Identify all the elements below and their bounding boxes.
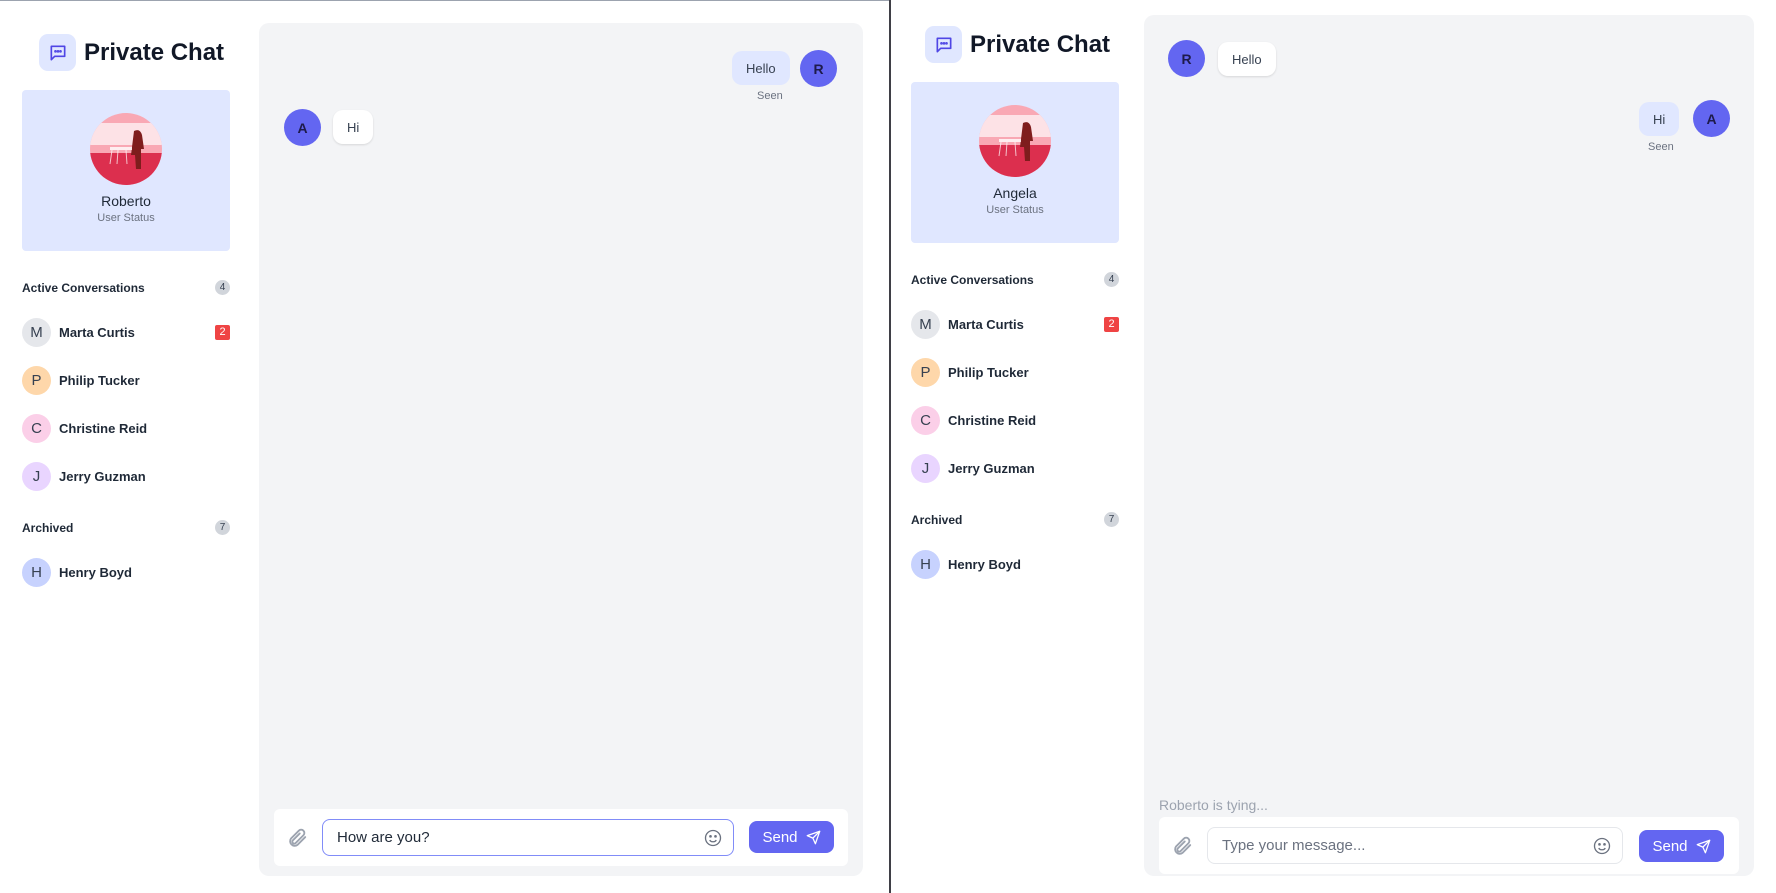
avatar: M — [911, 309, 940, 339]
chat-window-angela: Private Chat Angela User Status Active C… — [891, 0, 1776, 893]
conversation-philip-tucker[interactable]: P Philip Tucker — [911, 357, 1119, 387]
section-title: Active Conversations — [22, 280, 145, 295]
conversation-name: Jerry Guzman — [948, 460, 1035, 476]
count-badge: 4 — [215, 280, 230, 295]
conversation-jerry-guzman[interactable]: J Jerry Guzman — [911, 453, 1119, 483]
profile-status: User Status — [986, 204, 1044, 216]
message-input[interactable] — [1222, 828, 1572, 863]
profile-card: Angela User Status — [911, 82, 1119, 243]
app-title: Private Chat — [970, 30, 1111, 58]
avatar: H — [22, 557, 51, 587]
conversation-philip-tucker[interactable]: P Philip Tucker — [22, 365, 230, 395]
conversation-name: Christine Reid — [948, 412, 1037, 428]
message-input-box — [1207, 827, 1623, 864]
message-composer: Send — [274, 809, 848, 866]
archived-header: Archived 7 — [911, 512, 1119, 527]
profile-status: User Status — [97, 212, 155, 224]
unread-badge: 2 — [215, 324, 230, 340]
chat-window-roberto: Private Chat Roberto User Status Active … — [0, 0, 889, 893]
conversation-name: Philip Tucker — [59, 372, 140, 388]
avatar: C — [22, 413, 51, 443]
count-badge: 7 — [1104, 512, 1119, 527]
conversation-christine-reid[interactable]: C Christine Reid — [22, 413, 230, 443]
conversation-henry-boyd[interactable]: H Henry Boyd — [22, 557, 230, 587]
message-bubble-sent: Hi — [1639, 102, 1680, 136]
message-avatar: A — [284, 109, 321, 146]
send-label: Send — [1652, 837, 1688, 855]
profile-name: Angela — [993, 185, 1037, 201]
paperclip-icon[interactable] — [1171, 835, 1193, 857]
avatar: C — [911, 405, 940, 435]
emoji-icon[interactable] — [1592, 836, 1612, 856]
active-conversations-header: Active Conversations 4 — [911, 272, 1119, 287]
read-receipt: Seen — [757, 90, 783, 102]
sidebar: Private Chat Angela User Status Active C… — [891, 0, 1121, 893]
conversation-name: Henry Boyd — [948, 556, 1021, 572]
message-bubble-sent: Hello — [732, 51, 790, 85]
conversation-jerry-guzman[interactable]: J Jerry Guzman — [22, 461, 230, 491]
chat-panel: R Hello Hi A Seen Roberto is tying... Se… — [1144, 15, 1754, 876]
chat-bubble-icon — [39, 34, 76, 71]
paperclip-icon[interactable] — [286, 827, 308, 849]
message-composer: Send — [1159, 817, 1739, 874]
app-title: Private Chat — [84, 38, 225, 66]
conversation-name: Philip Tucker — [948, 364, 1029, 380]
profile-photo — [90, 113, 162, 185]
message-bubble-received: Hi — [333, 110, 374, 144]
count-badge: 4 — [1104, 272, 1119, 287]
brand: Private Chat — [925, 26, 1110, 63]
message-input[interactable] — [337, 820, 687, 855]
brand: Private Chat — [39, 34, 224, 71]
conversation-marta-curtis[interactable]: M Marta Curtis 2 — [22, 317, 230, 347]
send-icon — [1696, 839, 1710, 853]
conversation-henry-boyd[interactable]: H Henry Boyd — [911, 549, 1119, 579]
conversation-marta-curtis[interactable]: M Marta Curtis 2 — [911, 309, 1119, 339]
section-title: Active Conversations — [911, 272, 1034, 287]
section-title: Archived — [22, 520, 74, 535]
conversation-name: Jerry Guzman — [59, 468, 146, 484]
archived-header: Archived 7 — [22, 520, 230, 535]
message-input-box — [322, 819, 734, 856]
conversation-christine-reid[interactable]: C Christine Reid — [911, 405, 1119, 435]
send-icon — [806, 830, 820, 844]
profile-card: Roberto User Status — [22, 90, 230, 251]
avatar: J — [22, 461, 51, 491]
typing-indicator: Roberto is tying... — [1159, 797, 1268, 813]
unread-badge: 2 — [1104, 316, 1119, 332]
message-avatar: R — [800, 50, 837, 87]
message-avatar: R — [1168, 40, 1205, 77]
conversation-name: Marta Curtis — [948, 316, 1024, 332]
conversation-name: Henry Boyd — [59, 564, 132, 580]
avatar: P — [911, 357, 940, 387]
send-button[interactable]: Send — [749, 821, 834, 853]
avatar: H — [911, 549, 940, 579]
avatar: J — [911, 453, 940, 483]
avatar: P — [22, 365, 51, 395]
profile-name: Roberto — [101, 193, 151, 209]
send-button[interactable]: Send — [1639, 830, 1724, 862]
avatar: M — [22, 317, 51, 347]
section-title: Archived — [911, 512, 963, 527]
profile-photo — [979, 105, 1051, 177]
send-label: Send — [762, 828, 798, 846]
chat-panel: Hello R Seen A Hi Send — [259, 23, 863, 876]
chat-bubble-icon — [925, 26, 962, 63]
emoji-icon[interactable] — [703, 828, 723, 848]
sidebar: Private Chat Roberto User Status Active … — [0, 1, 230, 893]
conversation-name: Christine Reid — [59, 420, 148, 436]
read-receipt: Seen — [1648, 141, 1674, 153]
conversation-name: Marta Curtis — [59, 324, 135, 340]
message-bubble-received: Hello — [1218, 42, 1276, 76]
active-conversations-header: Active Conversations 4 — [22, 280, 230, 295]
message-avatar: A — [1693, 100, 1730, 137]
count-badge: 7 — [215, 520, 230, 535]
